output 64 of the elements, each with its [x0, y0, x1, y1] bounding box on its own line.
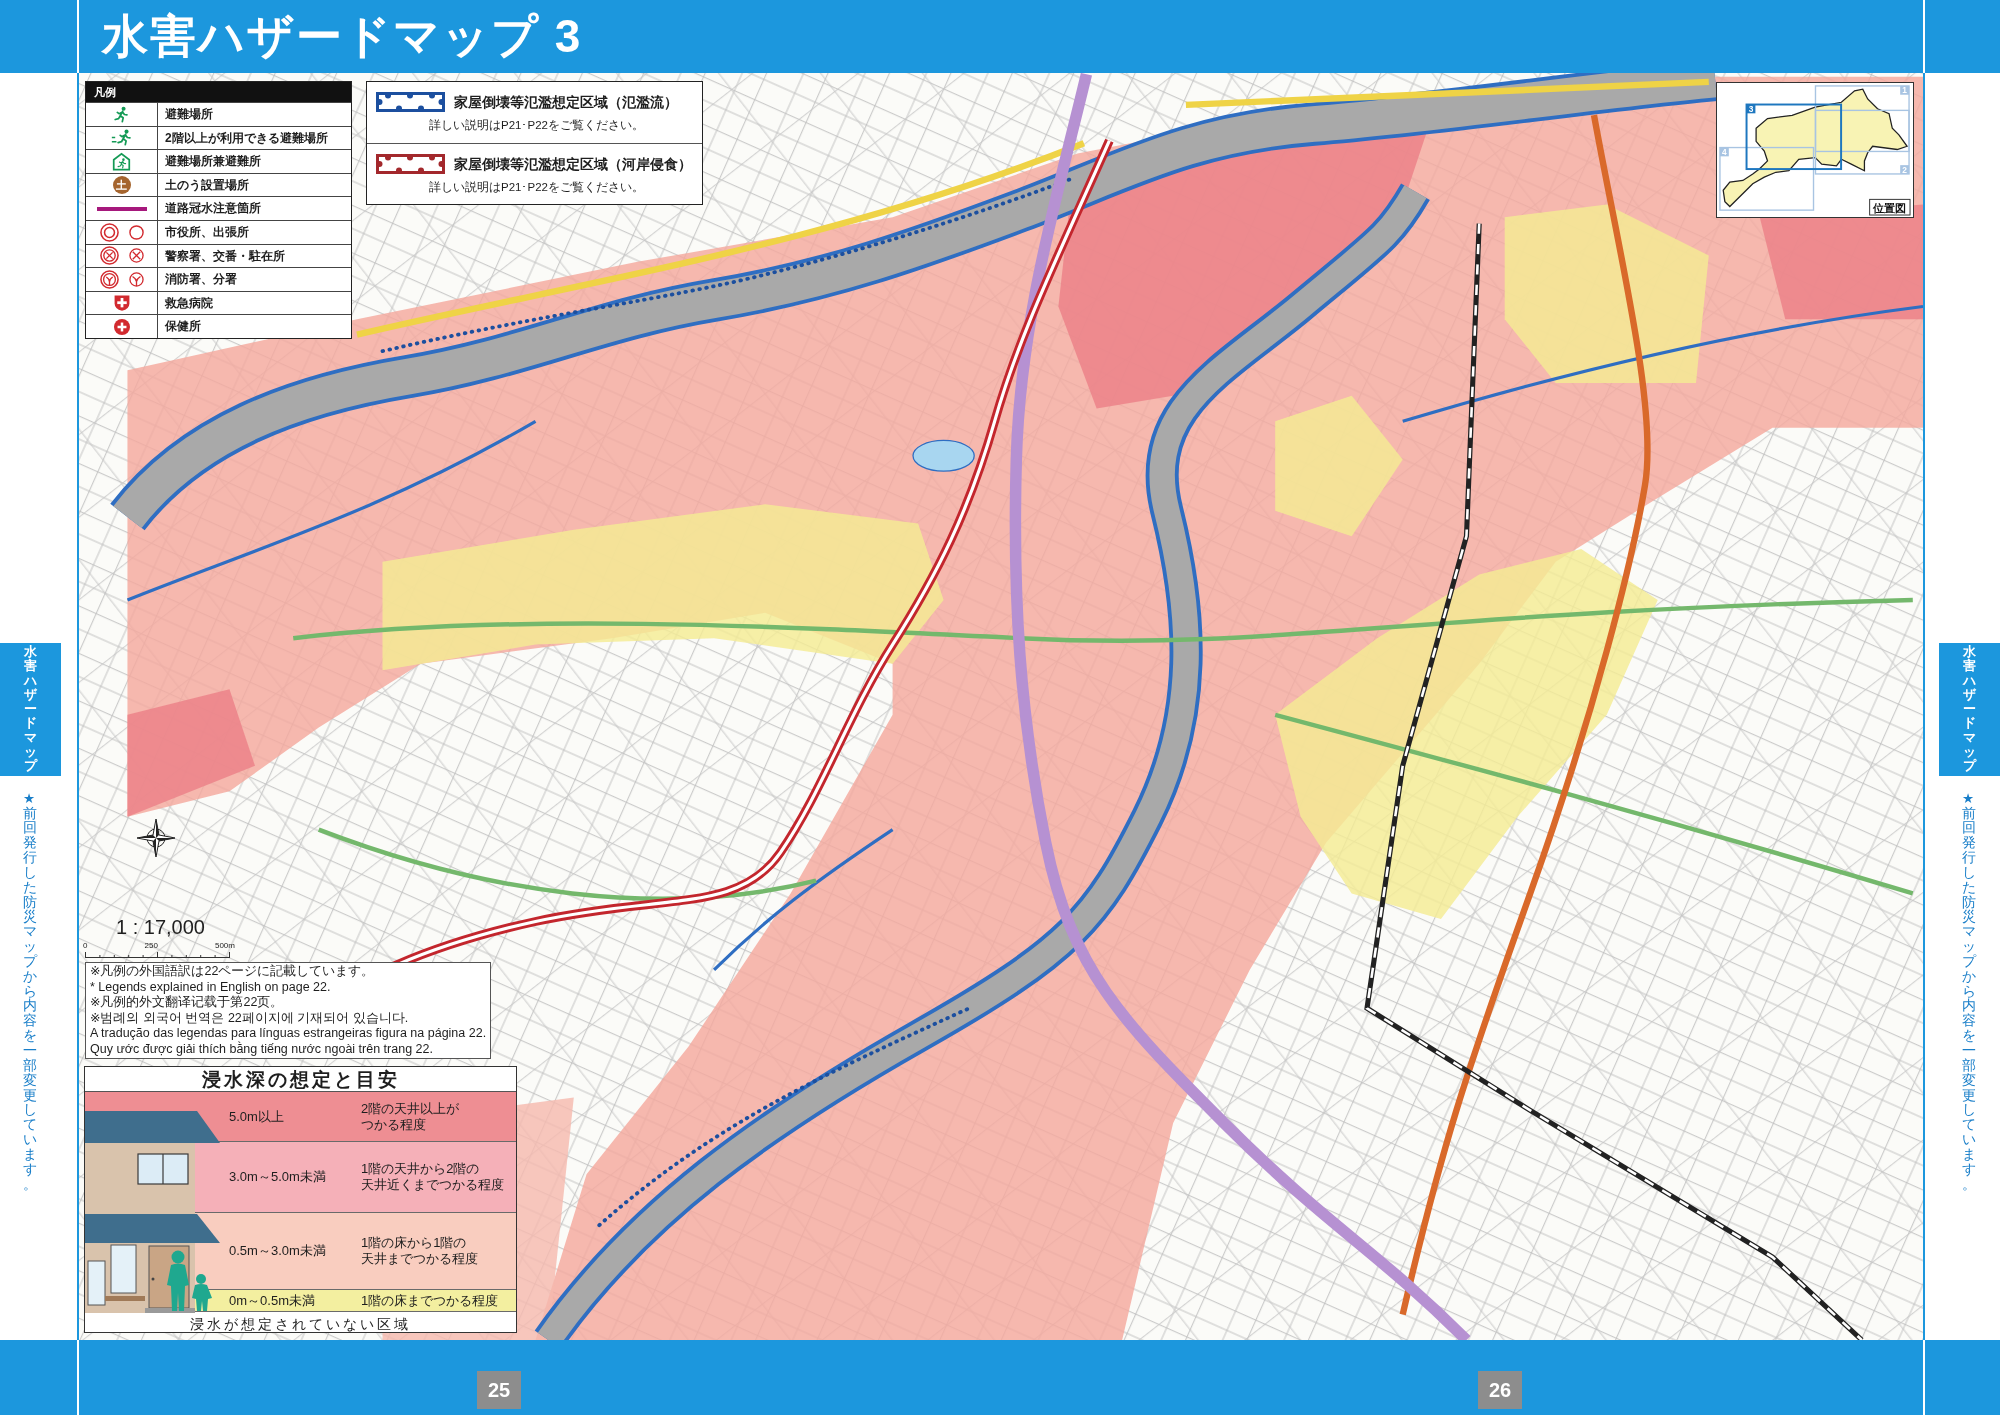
- legend-label: 救急病院: [164, 295, 213, 311]
- shield-cross-icon: [113, 295, 130, 312]
- note-line: ※凡例の外国語訳は22ページに記載しています。: [90, 964, 376, 980]
- zone-note: 詳しい説明はP21･P22をご覧ください。: [429, 180, 644, 195]
- page-number: 25: [477, 1371, 521, 1409]
- depth-label: 5.0m以上: [229, 1108, 285, 1125]
- note-line: Quy ước được giải thích bằng tiếng nước ngoài trên trang 22.: [90, 1041, 434, 1057]
- scale-label: 250: [144, 941, 158, 952]
- legend-label: 消防署、分署: [164, 272, 237, 287]
- double-circle-icon: [99, 222, 119, 242]
- map-sheet-frame: 2: [1814, 109, 1910, 175]
- note-line: * Legends explained in English on page 22.: [90, 979, 332, 995]
- legend-label: 警察署、交番・駐在所: [164, 248, 285, 264]
- legend-title: 凡例: [86, 82, 351, 102]
- locator-title: 位置図: [1869, 198, 1911, 216]
- depth-description: 天井近くまでつかる程度: [361, 1177, 504, 1193]
- depth-description: 1階の天井から2階の: [361, 1161, 481, 1177]
- legend-label: 保健所: [164, 319, 201, 334]
- legend-label: 道路冠水注意箇所: [164, 201, 261, 216]
- depth-label: 3.0m～5.0m未満: [229, 1169, 327, 1185]
- scale-label: 0: [83, 941, 88, 952]
- compass-rose-icon: [136, 818, 176, 858]
- no-flood-label: 浸水が想定されていない区域: [190, 1315, 411, 1334]
- zone-note: 詳しい説明はP21･P22をご覧ください。: [429, 118, 644, 133]
- house-running-person-icon: [112, 152, 131, 171]
- note-line: ※범례의 외국어 번역은 22페이지에 기재되어 있습니다.: [90, 1010, 410, 1026]
- zone-title: 家屋倒壊等氾濫想定区域（河岸侵食）: [454, 154, 692, 174]
- scale-ratio: 1 : 17,000: [116, 915, 205, 939]
- side-note: ★前回発行した防災マップから内容を一部変更しています。: [1962, 791, 1976, 1193]
- legend-label: 土のう設置場所: [164, 177, 249, 193]
- legend-label: 2階以上が利用できる避難場所: [164, 130, 328, 146]
- legend-label: 避難場所兼避難所: [164, 154, 261, 169]
- map-sheet-frame: 4: [1719, 146, 1815, 211]
- depth-description: 天井までつかる程度: [361, 1251, 478, 1267]
- double-circled-x-icon: [99, 246, 119, 266]
- depth-description: 1階の床までつかる程度: [361, 1292, 499, 1309]
- zone-title: 家屋倒壊等氾濫想定区域（氾濫流）: [454, 92, 678, 112]
- depth-description: 1階の床から1階の: [361, 1235, 468, 1251]
- legend-label: 市役所、出張所: [164, 225, 249, 240]
- depth-description: 2階の天井以上が: [361, 1100, 460, 1117]
- running-person-icon: [114, 105, 129, 123]
- circle-icon: [128, 224, 144, 240]
- map-sheet-frame: 1: [1814, 85, 1910, 153]
- note-line: A tradução das legendas para línguas estrangeiras figura na página 22.: [90, 1026, 487, 1041]
- side-heading: 水害ハザードマップ: [1939, 643, 2000, 776]
- pond-shape: [912, 439, 975, 472]
- side-note: ★前回発行した防災マップから内容を一部変更しています。: [23, 791, 37, 1193]
- side-heading: 水害ハザードマップ: [0, 643, 61, 776]
- legend-label: 避難場所: [164, 107, 213, 122]
- page-title: 水害ハザードマップ 3: [102, 11, 583, 62]
- scale-label: 500m: [214, 941, 235, 952]
- depth-table-title: 浸水深の想定と目安: [201, 1068, 400, 1092]
- double-circled-fork-icon: [99, 269, 119, 289]
- circle-cross-icon: [113, 318, 130, 335]
- map-sheet-frame: 3: [1745, 103, 1843, 171]
- depth-label: 0.5m～3.0m未満: [229, 1243, 327, 1259]
- depth-label: 0m～0.5m未満: [229, 1292, 316, 1309]
- note-line: ※凡例的外文翻译记载于第22页。: [90, 995, 285, 1011]
- page-number: 26: [1478, 1371, 1522, 1409]
- sandbag-symbol: 土: [112, 176, 131, 195]
- circled-fork-icon: [128, 271, 144, 287]
- circled-x-icon: [128, 248, 144, 264]
- depth-description: つかる程度: [361, 1116, 427, 1133]
- stairs-running-person-icon: [111, 129, 132, 147]
